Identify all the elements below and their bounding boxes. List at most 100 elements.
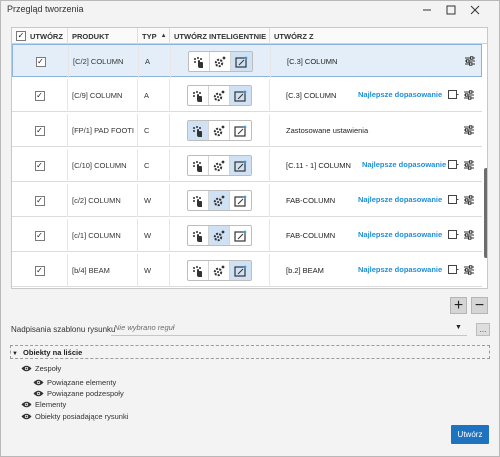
create-cell[interactable]: ✓ <box>12 184 68 217</box>
create-from-cell[interactable]: Zastosowane ustawienia <box>270 114 482 147</box>
create-from-value: FAB-COLUMN <box>286 196 336 205</box>
create-from-cell[interactable]: FAB-COLUMN Najlepsze dopasowanie <box>270 184 482 217</box>
smart-create-option-3[interactable] <box>231 52 252 71</box>
settings-sliders-icon[interactable] <box>464 55 476 67</box>
vertical-scrollbar[interactable] <box>484 44 487 288</box>
drawing-preview-icon[interactable] <box>448 160 459 169</box>
eye-icon[interactable] <box>21 365 32 372</box>
eye-icon[interactable] <box>21 413 32 420</box>
smart-create-toggle-group <box>187 260 252 281</box>
smart-create-option-2[interactable] <box>210 52 231 71</box>
settings-sliders-icon[interactable] <box>463 89 475 101</box>
tree-item-label: Powiązane elementy <box>47 378 117 387</box>
table-row[interactable]: ✓ [FP/1] PAD FOOTI C Zastosowane ustawienia <box>12 114 482 147</box>
table-row[interactable]: ✓ [b/4] BEAM W [b.2] BEAM Najlepsze dopasowa… <box>12 254 482 287</box>
remove-row-button[interactable]: − <box>471 297 488 314</box>
smart-create-option-3[interactable] <box>230 121 251 140</box>
drawing-preview-icon[interactable] <box>448 265 459 274</box>
drawing-preview-icon[interactable] <box>448 195 459 204</box>
table-row[interactable]: ✓ [C/10] COLUMN C [C.11 - 1] COLUMN Najlepsz… <box>12 149 482 182</box>
smart-create-option-3[interactable] <box>230 191 251 210</box>
create-checkbox[interactable]: ✓ <box>34 230 45 241</box>
smart-create-option-1[interactable] <box>188 191 209 210</box>
smart-create-option-2[interactable] <box>209 156 230 175</box>
tree-header[interactable]: ▼ Obiekty na liście <box>12 348 82 357</box>
create-checkbox[interactable]: ✓ <box>35 56 46 67</box>
smart-create-cell <box>170 149 270 182</box>
smart-create-option-2[interactable] <box>209 261 230 280</box>
eye-icon[interactable] <box>33 390 44 397</box>
header-type[interactable]: TYP ▲ <box>138 28 170 44</box>
select-all-checkbox[interactable]: ✓ <box>16 31 26 41</box>
header-smart-create[interactable]: UTWÓRZ INTELIGENTNIE <box>170 28 270 44</box>
minimize-button[interactable] <box>417 2 437 17</box>
settings-sliders-icon[interactable] <box>463 194 475 206</box>
hand-pick-icon <box>191 89 205 103</box>
table-row[interactable]: ✓ [c/2] COLUMN W FAB-COLUMN Najlepsze dopaso… <box>12 184 482 217</box>
create-from-cell[interactable]: [C.3] COLUMN <box>271 45 483 78</box>
smart-create-option-1[interactable] <box>189 52 210 71</box>
eye-icon[interactable] <box>21 401 32 408</box>
eye-icon[interactable] <box>33 379 44 386</box>
drawing-preview-icon[interactable] <box>448 90 459 99</box>
smart-create-option-3[interactable] <box>230 86 251 105</box>
create-cell[interactable]: ✓ <box>12 149 68 182</box>
maximize-button[interactable] <box>441 2 461 17</box>
settings-sliders-icon[interactable] <box>463 159 475 171</box>
create-checkbox[interactable]: ✓ <box>34 125 45 136</box>
create-cell[interactable]: ✓ <box>12 219 68 252</box>
close-button[interactable] <box>465 2 485 17</box>
smart-create-option-3[interactable] <box>230 261 251 280</box>
smart-create-option-2[interactable] <box>209 226 230 245</box>
tree-item[interactable]: Obiekty posiadające rysunki <box>21 412 128 421</box>
gear-magic-icon <box>212 229 226 243</box>
smart-create-option-1[interactable] <box>188 226 209 245</box>
template-overrides-select[interactable]: Nie wybrano reguł <box>111 320 467 336</box>
template-browse-button[interactable]: ... <box>476 323 490 336</box>
best-match-label: Najlepsze dopasowanie <box>358 265 443 274</box>
collapse-triangle-icon[interactable]: ▼ <box>12 351 18 357</box>
create-cell[interactable]: ✓ <box>12 79 68 112</box>
create-button[interactable]: Utwórz <box>451 425 489 444</box>
drawing-preview-icon[interactable] <box>448 230 459 239</box>
smart-create-option-2[interactable] <box>209 121 230 140</box>
add-row-button[interactable]: + <box>450 297 467 314</box>
smart-create-option-2[interactable] <box>209 86 230 105</box>
smart-create-option-1[interactable] <box>188 261 209 280</box>
smart-create-option-1[interactable] <box>188 156 209 175</box>
smart-create-option-3[interactable] <box>230 226 251 245</box>
create-checkbox[interactable]: ✓ <box>34 90 45 101</box>
dropdown-arrow-icon[interactable]: ▼ <box>455 324 462 331</box>
tree-item[interactable]: Powiązane podzespoły <box>33 389 124 398</box>
settings-sliders-icon[interactable] <box>463 124 475 136</box>
product-cell: [FP/1] PAD FOOTI <box>68 114 138 147</box>
tree-item[interactable]: Zespoły <box>21 364 61 373</box>
settings-sliders-icon[interactable] <box>463 229 475 241</box>
create-cell[interactable]: ✓ <box>12 254 68 287</box>
smart-create-option-1[interactable] <box>188 121 209 140</box>
header-product[interactable]: PRODUKT <box>68 28 138 44</box>
create-checkbox[interactable]: ✓ <box>34 195 45 206</box>
create-cell[interactable]: ✓ <box>12 114 68 147</box>
create-from-cell[interactable]: [b.2] BEAM Najlepsze dopasowanie <box>270 254 482 287</box>
header-create[interactable]: ✓ UTWÓRZ <box>12 28 68 44</box>
tree-item[interactable]: Powiązane elementy <box>33 378 116 387</box>
tree-item[interactable]: Elementy <box>21 400 66 409</box>
smart-create-option-1[interactable] <box>188 86 209 105</box>
type-cell: W <box>138 184 170 217</box>
create-from-cell[interactable]: [C.3] COLUMN Najlepsze dopasowanie <box>270 79 482 112</box>
table-row[interactable]: ✓ [C/9] COLUMN A [C.3] COLUMN Najlepsze dopa… <box>12 79 482 112</box>
create-cell[interactable]: ✓ <box>13 45 69 78</box>
smart-create-option-2[interactable] <box>209 191 230 210</box>
table-row[interactable]: ✓ [c/1] COLUMN W FAB-COLUMN Najlepsze dopaso… <box>12 219 482 252</box>
create-checkbox[interactable]: ✓ <box>34 160 45 171</box>
settings-sliders-icon[interactable] <box>463 264 475 276</box>
smart-create-option-3[interactable] <box>230 156 251 175</box>
create-from-cell[interactable]: FAB-COLUMN Najlepsze dopasowanie <box>270 219 482 252</box>
table-row[interactable]: ✓ [C/2] COLUMN A [C.3] COLUMN <box>12 44 483 78</box>
create-checkbox[interactable]: ✓ <box>34 265 45 276</box>
title-bar: Przegląd tworzenia <box>1 1 499 18</box>
create-from-cell[interactable]: [C.11 - 1] COLUMN Najlepsze dopasowanie <box>270 149 482 182</box>
scrollbar-thumb[interactable] <box>484 168 487 258</box>
header-create-from[interactable]: UTWÓRZ Z <box>270 28 487 44</box>
